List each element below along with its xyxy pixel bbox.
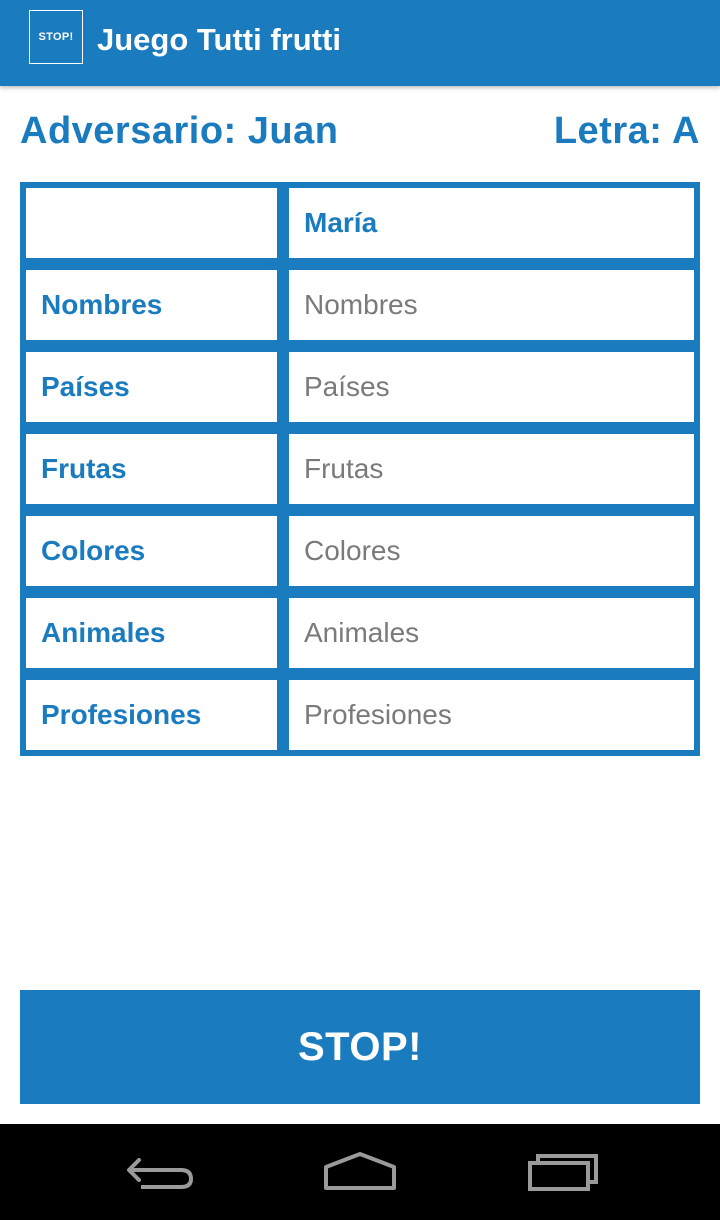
answers-table: María Nombres Nombres Países Países Frut… — [20, 182, 700, 756]
game-info: Adversario: Juan Letra: A — [20, 110, 700, 160]
answer-input-colores[interactable]: Colores — [289, 516, 694, 586]
table-row: Profesiones Profesiones — [26, 680, 694, 750]
answer-input-animales[interactable]: Animales — [289, 598, 694, 668]
table-row: Colores Colores — [26, 516, 694, 586]
table-row: Nombres Nombres — [26, 270, 694, 340]
answer-input-paises[interactable]: Países — [289, 352, 694, 422]
player-name-header: María — [289, 188, 694, 258]
answer-input-nombres[interactable]: Nombres — [289, 270, 694, 340]
category-label: Profesiones — [26, 680, 277, 750]
table-header-row: María — [26, 188, 694, 258]
category-label: Colores — [26, 516, 277, 586]
category-label: Países — [26, 352, 277, 422]
home-icon[interactable] — [315, 1144, 405, 1200]
category-label: Animales — [26, 598, 277, 668]
table-row: Frutas Frutas — [26, 434, 694, 504]
letter-label: Letra: A — [553, 110, 700, 152]
answer-input-frutas[interactable]: Frutas — [289, 434, 694, 504]
recents-icon[interactable] — [518, 1144, 608, 1200]
system-nav-bar — [0, 1124, 720, 1220]
back-icon[interactable] — [115, 1144, 205, 1200]
stop-button[interactable]: STOP! — [20, 990, 700, 1104]
app-bar: STOP! Juego Tutti frutti — [0, 0, 720, 86]
app-logo-icon: STOP! — [29, 10, 83, 64]
header-empty-cell — [26, 188, 277, 258]
answer-input-profesiones[interactable]: Profesiones — [289, 680, 694, 750]
app-title: Juego Tutti frutti — [97, 22, 341, 57]
table-row: Animales Animales — [26, 598, 694, 668]
category-label: Frutas — [26, 434, 277, 504]
opponent-label: Adversario: Juan — [20, 110, 339, 152]
category-label: Nombres — [26, 270, 277, 340]
table-row: Países Países — [26, 352, 694, 422]
